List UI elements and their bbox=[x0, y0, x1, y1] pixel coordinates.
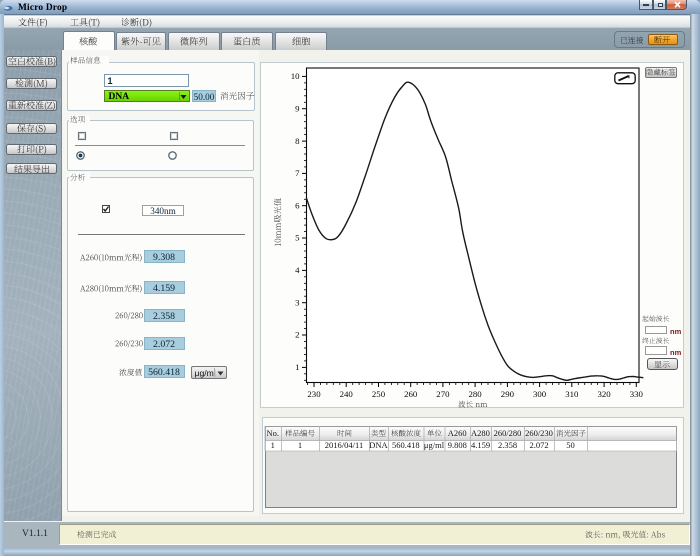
svg-text:7: 7 bbox=[295, 168, 300, 178]
svg-text:240: 240 bbox=[339, 389, 353, 399]
svg-text:260: 260 bbox=[404, 389, 418, 399]
svg-text:270: 270 bbox=[436, 389, 450, 399]
svg-text:320: 320 bbox=[597, 389, 611, 399]
svg-text:290: 290 bbox=[500, 389, 514, 399]
svg-text:5: 5 bbox=[295, 232, 300, 242]
svg-text:10: 10 bbox=[290, 71, 299, 81]
svg-text:8: 8 bbox=[295, 135, 300, 145]
svg-text:310: 310 bbox=[565, 389, 579, 399]
svg-text:4: 4 bbox=[295, 265, 300, 275]
svg-text:230: 230 bbox=[307, 389, 321, 399]
svg-text:9: 9 bbox=[295, 103, 300, 113]
svg-text:250: 250 bbox=[371, 389, 385, 399]
svg-text:6: 6 bbox=[295, 200, 300, 210]
svg-text:330: 330 bbox=[629, 389, 643, 399]
svg-text:3: 3 bbox=[295, 297, 300, 307]
svg-text:1: 1 bbox=[295, 362, 299, 372]
svg-text:280: 280 bbox=[468, 389, 482, 399]
svg-text:2: 2 bbox=[295, 329, 299, 339]
svg-text:300: 300 bbox=[532, 389, 546, 399]
